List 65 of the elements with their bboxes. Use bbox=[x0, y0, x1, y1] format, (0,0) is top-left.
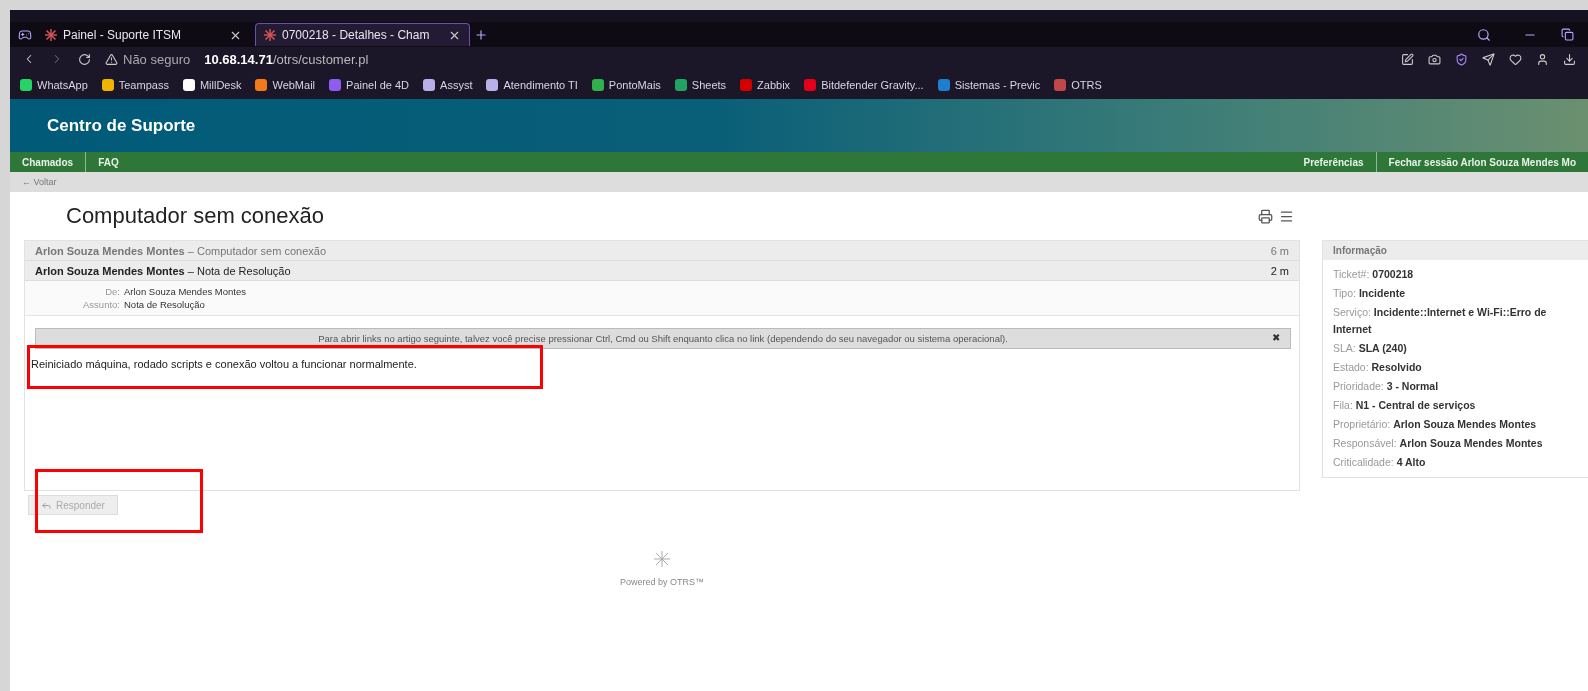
ticket-title: Computador sem conexão bbox=[66, 203, 325, 229]
send-icon[interactable] bbox=[1482, 52, 1495, 66]
bookmark[interactable]: Zabbix bbox=[740, 79, 791, 91]
info-field: Proprietário: Arlon Souza Mendes Montes bbox=[1333, 416, 1568, 433]
address-field[interactable]: 10.68.14.71/otrs/customer.pl bbox=[204, 51, 369, 67]
field-label: De: bbox=[104, 286, 120, 297]
asterisk-icon bbox=[45, 29, 57, 41]
bookmark[interactable]: Bitdefender Gravity... bbox=[804, 79, 924, 91]
bookmark[interactable]: Teampass bbox=[101, 79, 169, 91]
article-body: Reiniciado máquina, rodado scripts e conexão voltou a funcionar normalmente. bbox=[31, 358, 417, 370]
close-icon[interactable]: ✖ bbox=[1272, 332, 1280, 343]
asterisk-icon bbox=[264, 29, 276, 41]
info-field: Criticalidade: 4 Alto bbox=[1333, 454, 1568, 471]
new-tab-icon[interactable] bbox=[474, 27, 488, 42]
nav-link[interactable]: Preferências bbox=[1291, 152, 1376, 172]
bookmark[interactable]: OTRS bbox=[1054, 79, 1102, 91]
article-age: 6 m bbox=[1270, 244, 1289, 257]
field-label: Assunto: bbox=[82, 299, 120, 310]
security-label[interactable]: Não seguro bbox=[123, 51, 191, 67]
camera-icon[interactable] bbox=[1428, 52, 1441, 66]
info-field: Prioridade: 3 - Normal bbox=[1333, 378, 1568, 395]
bookmark[interactable]: WhatsApp bbox=[20, 79, 88, 91]
info-field: Responsável: Arlon Souza Mendes Montes bbox=[1333, 435, 1568, 452]
reload-icon[interactable] bbox=[78, 52, 91, 66]
article-title: Arlon Souza Mendes Montes – Nota de Resolução bbox=[35, 264, 291, 277]
menu-icon[interactable] bbox=[1279, 208, 1294, 224]
bookmark[interactable]: Atendimento TI bbox=[486, 79, 578, 91]
bookmark[interactable]: Painel de 4D bbox=[329, 79, 410, 91]
info-field: Tipo: Incidente bbox=[1333, 285, 1568, 302]
browser-tab[interactable]: Painel - Suporte ITSM bbox=[36, 23, 251, 46]
download-icon[interactable] bbox=[1563, 52, 1576, 66]
info-field: Estado: Resolvido bbox=[1333, 359, 1568, 376]
field-value: Arlon Souza Mendes Montes bbox=[124, 286, 247, 297]
print-icon[interactable] bbox=[1258, 208, 1273, 224]
bookmark[interactable]: MillDesk bbox=[182, 79, 242, 91]
gamepad-icon[interactable] bbox=[18, 27, 32, 42]
browser-tab[interactable]: 0700218 - Detalhes - Cham bbox=[255, 23, 470, 46]
bookmark[interactable]: Sistemas - Previc bbox=[937, 79, 1041, 91]
field-value: Nota de Resolução bbox=[124, 299, 206, 310]
bookmark[interactable]: WebMail bbox=[255, 79, 316, 91]
restore-icon[interactable] bbox=[1561, 28, 1574, 41]
article-title: Arlon Souza Mendes Montes – Computador sem conexão bbox=[35, 244, 326, 257]
bookmark[interactable]: PontoMais bbox=[591, 79, 661, 91]
site-title: Centro de Suporte bbox=[47, 115, 196, 136]
search-icon[interactable] bbox=[1477, 27, 1491, 42]
nav-link[interactable]: FAQ bbox=[86, 152, 131, 172]
info-field: SLA: SLA (240) bbox=[1333, 340, 1568, 357]
profile-icon[interactable] bbox=[1536, 52, 1549, 66]
otrs-logo-icon bbox=[654, 551, 670, 567]
bookmark[interactable]: Sheets bbox=[674, 79, 727, 91]
info-field: Fila: N1 - Central de serviços bbox=[1333, 397, 1568, 414]
shield-icon[interactable] bbox=[1455, 52, 1468, 66]
article-age: 2 m bbox=[1270, 264, 1289, 277]
notice-text: Para abrir links no artigo seguinte, talvez você precise pressionar Ctrl, Cmd ou Shift enquanto clica no link (dependendo do seu navegador ou sistema operacional). bbox=[318, 333, 1008, 344]
warning-icon[interactable] bbox=[105, 52, 118, 66]
info-field: Ticket#: 0700218 bbox=[1333, 266, 1568, 283]
footer-text: Powered by OTRS™ bbox=[620, 577, 704, 587]
article-row[interactable]: Arlon Souza Mendes Montes – Nota de Resolução 2 m bbox=[25, 261, 1299, 281]
info-field: Serviço: Incidente::Internet e Wi-Fi::Erro de Internet bbox=[1333, 304, 1568, 338]
back-link[interactable]: ← Voltar bbox=[22, 177, 57, 187]
bookmark[interactable]: Assyst bbox=[423, 79, 473, 91]
article-row[interactable]: Arlon Souza Mendes Montes – Computador sem conexão 6 m bbox=[25, 241, 1299, 261]
edit-icon[interactable] bbox=[1401, 52, 1414, 66]
info-title: Informação bbox=[1323, 241, 1588, 260]
heart-icon[interactable] bbox=[1509, 52, 1522, 66]
